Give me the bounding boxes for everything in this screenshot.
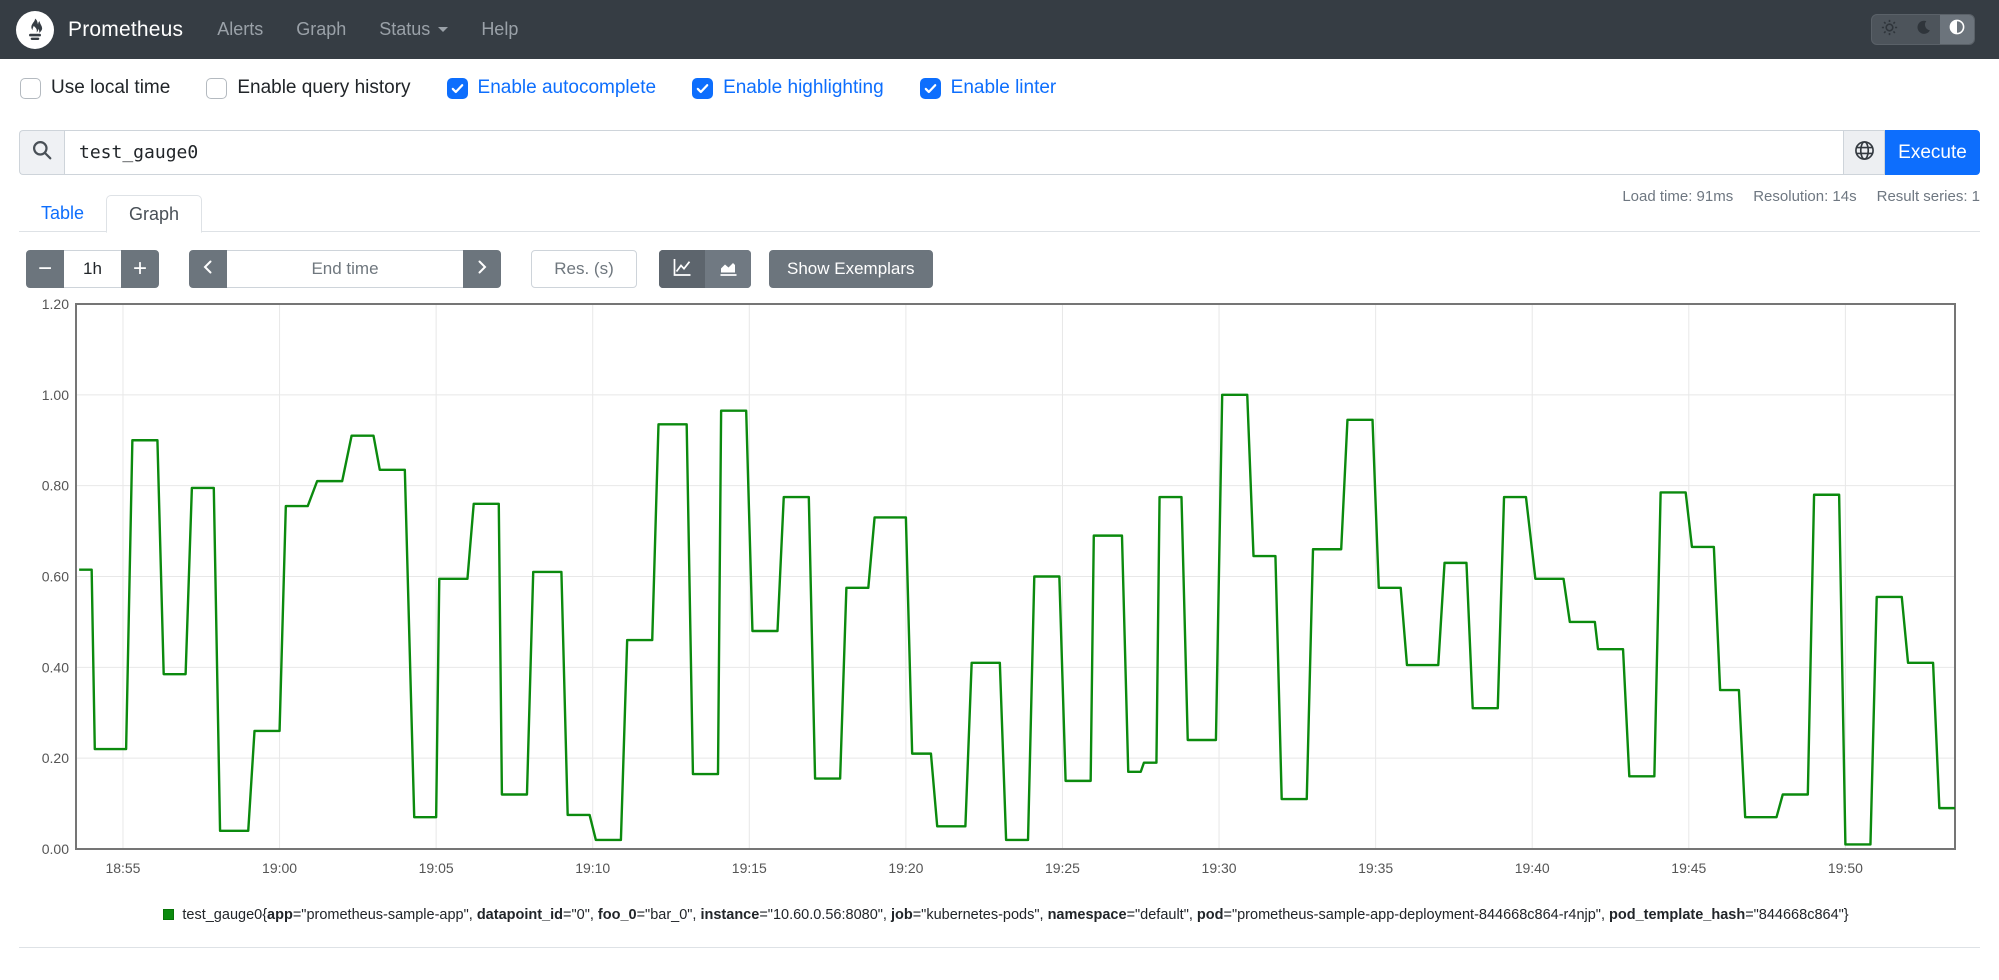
increase-range-button[interactable]: + bbox=[121, 250, 159, 288]
svg-text:19:50: 19:50 bbox=[1828, 860, 1863, 876]
checkbox-box bbox=[206, 77, 228, 99]
checkbox-box bbox=[446, 77, 468, 99]
query-stats: Load time: 91ms Resolution: 14s Result s… bbox=[1622, 188, 1980, 205]
svg-text:1.20: 1.20 bbox=[42, 296, 69, 312]
load-time-stat: Load time: 91ms bbox=[1622, 188, 1734, 205]
svg-text:19:00: 19:00 bbox=[262, 860, 297, 876]
resolution-stat: Resolution: 14s bbox=[1753, 188, 1857, 205]
decrease-range-button[interactable]: − bbox=[26, 250, 64, 288]
checkbox-box bbox=[692, 77, 714, 99]
search-icon bbox=[31, 139, 53, 166]
svg-text:19:40: 19:40 bbox=[1515, 860, 1550, 876]
range-input[interactable]: 1h bbox=[64, 250, 121, 288]
end-time-control bbox=[189, 250, 501, 288]
checkbox-use-local-time[interactable]: Use local time bbox=[20, 77, 170, 99]
svg-text:18:55: 18:55 bbox=[105, 860, 140, 876]
result-series-stat: Result series: 1 bbox=[1876, 188, 1980, 205]
back-time-button[interactable] bbox=[189, 250, 227, 288]
svg-text:0.80: 0.80 bbox=[42, 478, 69, 494]
metrics-explorer-button[interactable] bbox=[1844, 130, 1885, 175]
checkbox-box bbox=[919, 77, 941, 99]
chart-type-toggle bbox=[659, 250, 751, 288]
panel-bottom-border bbox=[19, 947, 1980, 948]
query-panel: Table Graph Load time: 91ms Resolution: … bbox=[19, 188, 1980, 948]
checkbox-label: Use local time bbox=[51, 77, 171, 98]
chevron-left-icon bbox=[200, 258, 216, 281]
svg-text:19:05: 19:05 bbox=[419, 860, 454, 876]
options-row: Use local time Enable query history Enab… bbox=[0, 76, 1999, 100]
moon-icon bbox=[1916, 20, 1931, 40]
auto-theme-button[interactable] bbox=[1940, 15, 1974, 44]
nav-item-status[interactable]: Status bbox=[379, 19, 449, 40]
tab-table[interactable]: Table bbox=[19, 195, 106, 232]
series-label-text: test_gauge0{app="prometheus-sample-app",… bbox=[182, 907, 1849, 923]
graph-controls: − 1h + End time Res. (s) Show Exemplars bbox=[19, 250, 1980, 288]
chart-wrap: 0.00 0.20 0.40 0.60 0.80 1.00 1.20 18:55 19:00 19… bbox=[19, 294, 1980, 948]
checkbox-label: Enable linter bbox=[950, 77, 1057, 98]
end-time-input[interactable] bbox=[227, 250, 463, 288]
show-exemplars-button[interactable]: Show Exemplars bbox=[769, 250, 933, 288]
panel-tabs-row: Table Graph Load time: 91ms Resolution: … bbox=[19, 188, 1980, 233]
series-legend[interactable]: test_gauge0{app="prometheus-sample-app",… bbox=[57, 907, 1955, 923]
search-addon bbox=[19, 130, 64, 175]
tab-graph[interactable]: Graph bbox=[106, 195, 203, 233]
checkbox-enable-linter[interactable]: Enable linter bbox=[919, 77, 1057, 99]
sun-icon bbox=[1881, 19, 1898, 41]
stacked-chart-type-button[interactable] bbox=[705, 250, 751, 288]
svg-text:19:25: 19:25 bbox=[1045, 860, 1080, 876]
query-input[interactable] bbox=[64, 130, 1844, 175]
svg-text:19:15: 19:15 bbox=[732, 860, 767, 876]
svg-text:19:45: 19:45 bbox=[1671, 860, 1706, 876]
chevron-down-icon bbox=[438, 27, 449, 32]
svg-text:1.00: 1.00 bbox=[42, 387, 69, 403]
line-chart-type-button[interactable] bbox=[659, 250, 705, 288]
circle-half-icon bbox=[1949, 19, 1965, 40]
graph-canvas[interactable]: 0.00 0.20 0.40 0.60 0.80 1.00 1.20 18:55 19:00 19… bbox=[19, 294, 1980, 890]
svg-text:19:30: 19:30 bbox=[1202, 860, 1237, 876]
svg-text:0.40: 0.40 bbox=[42, 659, 69, 675]
nav-item-help[interactable]: Help bbox=[481, 19, 518, 40]
svg-text:0.00: 0.00 bbox=[42, 841, 69, 857]
checkbox-box bbox=[20, 77, 41, 99]
navbar: Prometheus Alerts Graph Status Help bbox=[0, 0, 1999, 59]
theme-toggle-group bbox=[1871, 14, 1975, 45]
checkbox-enable-highlighting[interactable]: Enable highlighting bbox=[692, 77, 884, 99]
checkbox-label: Enable autocomplete bbox=[477, 77, 657, 98]
dark-theme-button[interactable] bbox=[1906, 15, 1940, 44]
light-theme-button[interactable] bbox=[1872, 15, 1906, 44]
chevron-right-icon bbox=[474, 258, 490, 281]
svg-text:19:10: 19:10 bbox=[575, 860, 610, 876]
checkbox-label: Enable query history bbox=[237, 77, 411, 98]
globe-icon bbox=[1853, 139, 1876, 167]
series-swatch-icon bbox=[163, 909, 175, 920]
forward-time-button[interactable] bbox=[463, 250, 501, 288]
checkbox-enable-autocomplete[interactable]: Enable autocomplete bbox=[446, 77, 657, 99]
stacked-area-icon bbox=[717, 256, 739, 283]
svg-text:0.60: 0.60 bbox=[42, 569, 69, 585]
query-bar: Execute bbox=[19, 130, 1980, 175]
nav-links: Alerts Graph Status Help bbox=[217, 19, 518, 40]
line-chart-icon bbox=[671, 256, 693, 283]
app-title[interactable]: Prometheus bbox=[68, 18, 183, 42]
range-control: − 1h + bbox=[26, 250, 159, 288]
checkbox-label: Enable highlighting bbox=[723, 77, 884, 98]
execute-button[interactable]: Execute bbox=[1885, 130, 1980, 175]
svg-text:19:35: 19:35 bbox=[1358, 860, 1393, 876]
prometheus-logo-icon[interactable] bbox=[16, 10, 54, 49]
nav-item-alerts[interactable]: Alerts bbox=[217, 19, 263, 40]
checkbox-enable-query-history[interactable]: Enable query history bbox=[206, 77, 411, 99]
svg-text:0.20: 0.20 bbox=[42, 750, 69, 766]
svg-text:19:20: 19:20 bbox=[888, 860, 923, 876]
resolution-input[interactable] bbox=[531, 250, 637, 288]
nav-item-graph[interactable]: Graph bbox=[296, 19, 346, 40]
